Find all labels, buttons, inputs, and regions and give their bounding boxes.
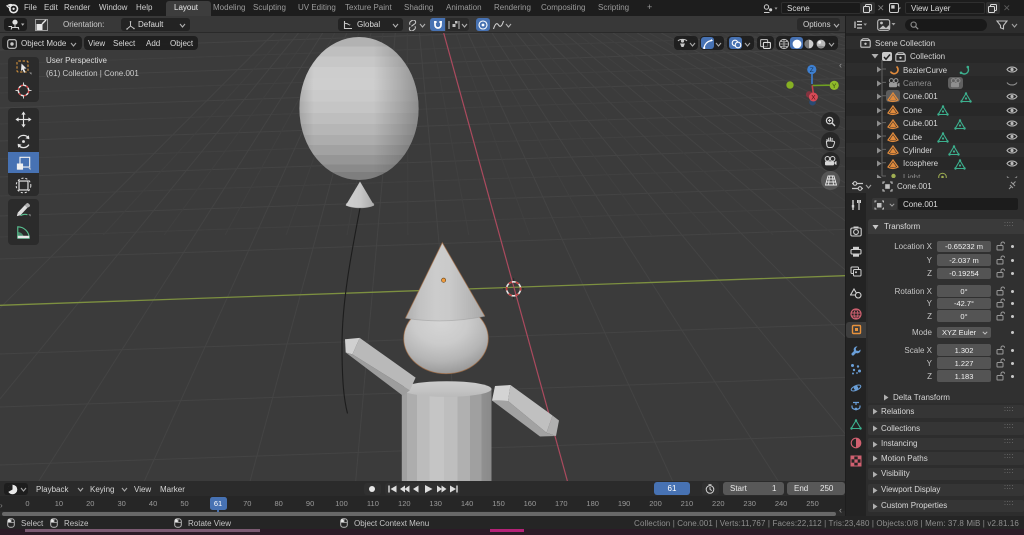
svg-text:Z: Z	[810, 67, 814, 74]
svg-text:Y: Y	[832, 83, 837, 90]
svg-text:X: X	[811, 95, 816, 102]
